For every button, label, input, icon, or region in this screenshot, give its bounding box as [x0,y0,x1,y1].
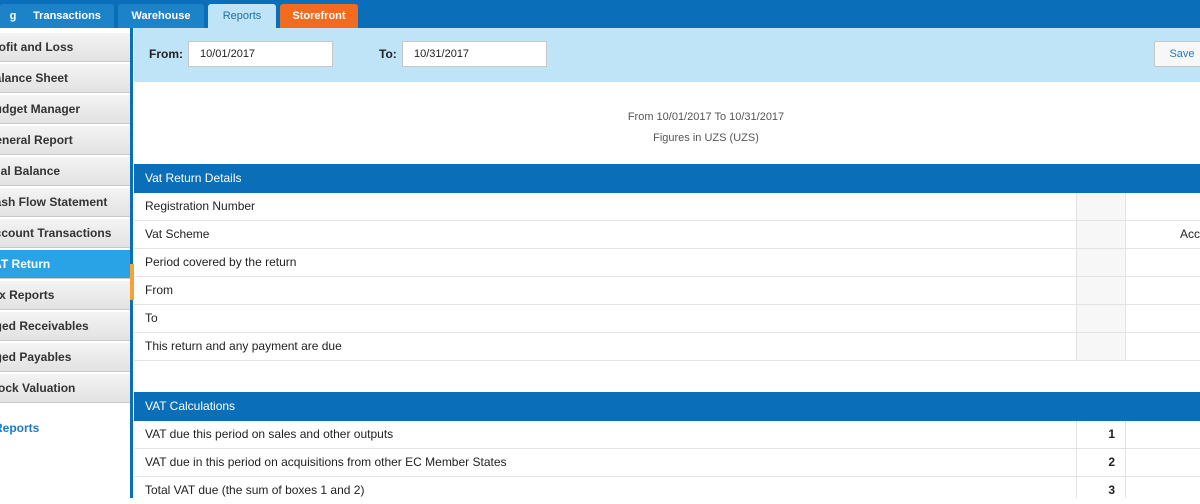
tab-storefront[interactable]: Storefront [280,4,358,28]
row-label: Period covered by the return [145,255,297,269]
date-filter-bar: From: 10/01/2017 To: 10/31/2017 Save [134,28,1200,82]
row-box-number [1076,277,1126,304]
row-label: Total VAT due (the sum of boxes 1 and 2) [145,483,365,497]
table-row: This return and any payment are due [134,333,1200,361]
sidebar-item-aged-payables[interactable]: Aged Payables [0,342,130,372]
row-box-number: 1 [1076,421,1126,448]
table-row: To [134,305,1200,333]
tab-warehouse[interactable]: Warehouse [118,4,204,28]
row-label: Registration Number [145,199,256,213]
table-row: VAT due in this period on acquisitions f… [134,449,1200,477]
row-label: To [145,311,158,325]
sidebar-item-aged-receivables[interactable]: Aged Receivables [0,311,130,341]
table-row: From [134,277,1200,305]
sidebar-divider [130,28,133,498]
row-box-number: 2 [1076,449,1126,476]
row-label: From [145,283,173,297]
row-box-number: 3 [1076,477,1126,498]
row-box-number [1076,221,1126,248]
table-row: Registration Number [134,193,1200,221]
from-label: From: [149,47,183,61]
from-date-input[interactable]: 10/01/2017 [188,41,333,67]
sidebar-item-tax-reports[interactable]: Tax Reports [0,280,130,310]
tab-transactions[interactable]: Transactions [20,4,114,28]
sidebar-item-cash-flow-statement[interactable]: Cash Flow Statement [0,187,130,217]
sidebar-reports-link[interactable]: Reports [0,421,130,439]
row-box-number [1076,249,1126,276]
sidebar-item-balance-sheet[interactable]: Balance Sheet [0,63,130,93]
sidebar-item-trial-balance[interactable]: Trial Balance [0,156,130,186]
row-box-number [1076,305,1126,332]
row-label: Vat Scheme [145,227,210,241]
row-label: VAT due this period on sales and other o… [145,427,394,441]
report-period: From 10/01/2017 To 10/31/2017 [627,111,785,123]
top-tab-bar: g Transactions Warehouse Reports Storefr… [0,0,1200,28]
sidebar-item-account-transactions[interactable]: Account Transactions [0,218,130,248]
sidebar-item-profit-and-loss[interactable]: Profit and Loss [0,32,130,62]
row-value: Acc [1179,227,1200,241]
row-label: VAT due in this period on acquisitions f… [145,455,507,469]
sidebar-item-budget-manager[interactable]: Budget Manager [0,94,130,124]
report-currency: Figures in UZS (UZS) [653,132,759,144]
tab-reports[interactable]: Reports [208,4,276,28]
sidebar-item-general-report[interactable]: General Report [0,125,130,155]
row-box-number [1076,193,1126,220]
to-date-input[interactable]: 10/31/2017 [402,41,547,67]
sidebar-item-stock-valuation[interactable]: Stock Valuation [0,373,130,403]
sidebar: Profit and Loss Balance Sheet Budget Man… [0,28,130,498]
table-row: VAT due this period on sales and other o… [134,421,1200,449]
section-header-vat-return-details: Vat Return Details [134,164,1200,193]
save-button[interactable]: Save [1154,41,1200,67]
row-label: This return and any payment are due [145,339,342,353]
to-label: To: [379,47,397,61]
sidebar-item-vat-return[interactable]: VAT Return [0,249,130,279]
table-row: Total VAT due (the sum of boxes 1 and 2)… [134,477,1200,498]
row-box-number [1076,333,1126,360]
table-row: Period covered by the return [134,249,1200,277]
section-header-vat-calculations: VAT Calculations [134,392,1200,421]
table-row: Vat Scheme Acc [134,221,1200,249]
